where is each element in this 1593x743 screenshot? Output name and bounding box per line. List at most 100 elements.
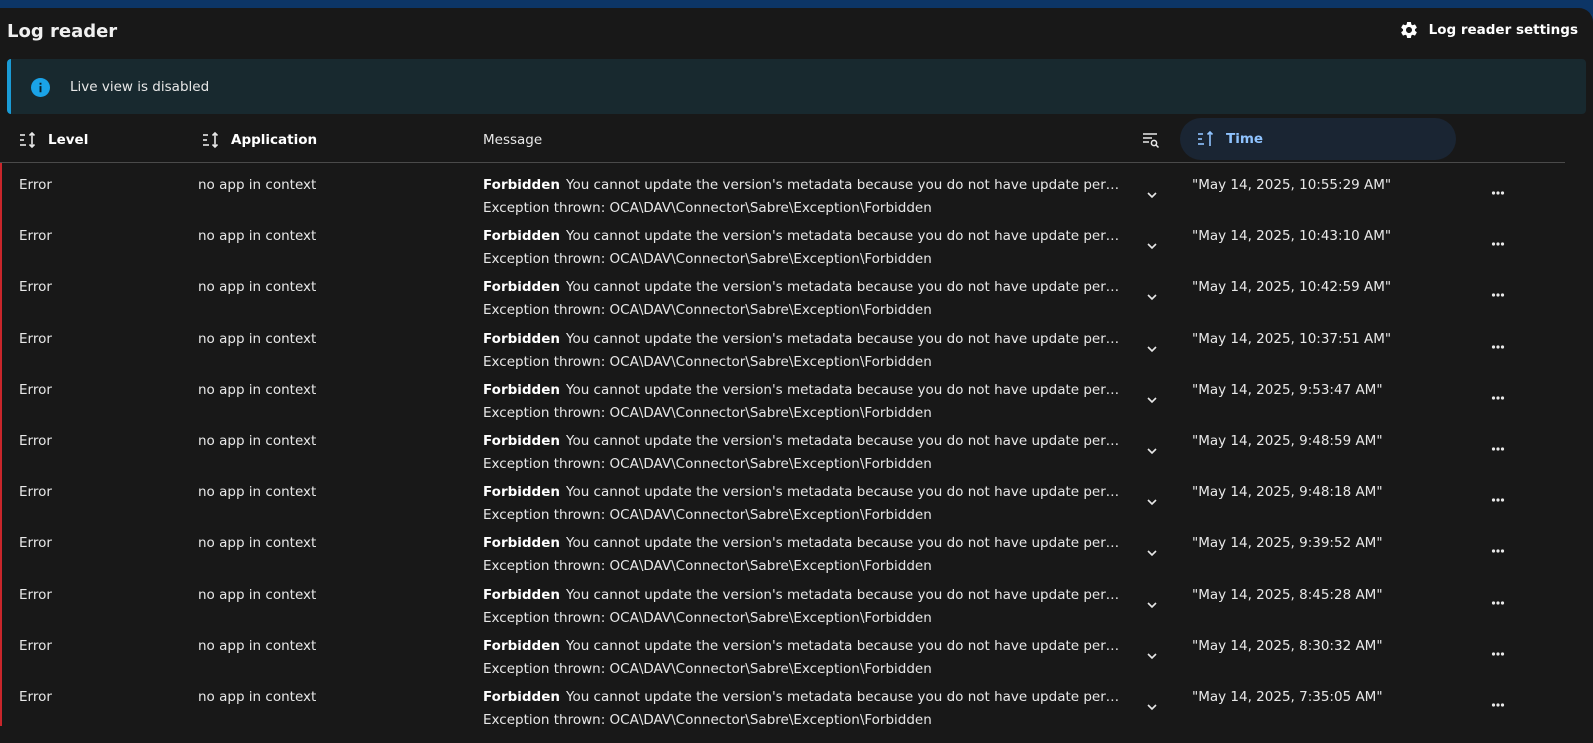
application-cell: no app in context [198, 279, 317, 296]
chevron-down-icon[interactable] [1144, 545, 1160, 561]
application-cell: no app in context [198, 177, 317, 193]
chevron-down-icon[interactable] [1144, 187, 1160, 203]
more-actions-icon[interactable] [1490, 185, 1506, 201]
message-title: Forbidden [483, 688, 560, 705]
chevron-down-icon[interactable] [1144, 392, 1160, 408]
message-text: You cannot update the version's metadata… [566, 637, 1128, 654]
more-actions-icon[interactable] [1490, 646, 1506, 662]
message-title: Forbidden [483, 637, 560, 654]
message-title: Forbidden [483, 432, 560, 449]
settings-label: Log reader settings [1428, 22, 1578, 38]
application-cell: no app in context [198, 484, 317, 501]
message-text: You cannot update the version's metadata… [566, 279, 1128, 296]
time-cell: "May 14, 2025, 7:35:05 AM" [1192, 688, 1383, 705]
more-actions-icon[interactable] [1490, 339, 1506, 355]
message-cell: Forbidden You cannot update the version's… [483, 433, 1128, 449]
chevron-down-icon[interactable] [1144, 699, 1160, 715]
message-title: Forbidden [483, 586, 560, 603]
message-text: You cannot update the version's metadata… [566, 484, 1128, 501]
chevron-down-icon[interactable] [1144, 238, 1160, 254]
log-table-body: Error no app in context Forbidden You can… [0, 163, 1567, 728]
more-actions-icon[interactable] [1490, 441, 1506, 457]
level-cell: Error [19, 228, 52, 245]
level-cell: Error [19, 330, 52, 347]
more-actions-icon[interactable] [1490, 287, 1506, 303]
chevron-down-icon[interactable] [1144, 289, 1160, 305]
time-cell: "May 14, 2025, 8:45:28 AM" [1192, 586, 1383, 603]
time-cell: "May 14, 2025, 10:55:29 AM" [1192, 177, 1392, 193]
table-row[interactable]: Error no app in context Forbidden You can… [2, 265, 1567, 318]
sort-icon [203, 131, 219, 149]
table-header: Level Application Message Time [0, 118, 1565, 163]
table-row[interactable]: Error no app in context Forbidden You can… [2, 317, 1567, 370]
chevron-down-icon[interactable] [1144, 494, 1160, 510]
message-cell: Forbidden You cannot update the version's… [483, 638, 1128, 654]
application-cell: no app in context [198, 432, 317, 449]
level-cell: Error [19, 432, 52, 449]
time-cell: "May 14, 2025, 8:30:32 AM" [1192, 637, 1383, 654]
column-header-level[interactable]: Level [18, 118, 88, 162]
live-view-notice: Live view is disabled [7, 59, 1586, 114]
chevron-down-icon[interactable] [1144, 648, 1160, 664]
message-cell: Forbidden You cannot update the version's… [483, 587, 1128, 603]
application-cell: no app in context [198, 381, 317, 398]
more-actions-icon[interactable] [1490, 595, 1506, 611]
message-title: Forbidden [483, 381, 560, 398]
column-header-time[interactable]: Time [1180, 118, 1456, 160]
filter-search-icon [1143, 133, 1160, 149]
time-cell: "May 14, 2025, 10:42:59 AM" [1192, 279, 1392, 296]
message-text: You cannot update the version's metadata… [566, 535, 1128, 552]
table-row[interactable]: Error no app in context Forbidden You can… [2, 214, 1567, 267]
application-cell: no app in context [198, 586, 317, 603]
exception-text: Exception thrown: OCA\DAV\Connector\Sabr… [483, 711, 932, 728]
level-cell: Error [19, 381, 52, 398]
table-row[interactable]: Error no app in context Forbidden You can… [2, 521, 1567, 574]
message-cell: Forbidden You cannot update the version's… [483, 331, 1128, 347]
more-actions-icon[interactable] [1490, 543, 1506, 559]
log-reader-settings-button[interactable]: Log reader settings [1399, 20, 1578, 40]
level-cell: Error [19, 279, 52, 296]
page-title: Log reader [7, 21, 118, 42]
message-cell: Forbidden You cannot update the version's… [483, 382, 1128, 398]
panel-header: Log reader Log reader settings [0, 8, 1593, 58]
more-actions-icon[interactable] [1490, 492, 1506, 508]
application-cell: no app in context [198, 637, 317, 654]
time-cell: "May 14, 2025, 9:48:59 AM" [1192, 432, 1383, 449]
message-cell: Forbidden You cannot update the version's… [483, 279, 1128, 295]
column-label-message: Message [483, 132, 543, 148]
message-title: Forbidden [483, 535, 560, 552]
message-cell: Forbidden You cannot update the version's… [483, 228, 1128, 244]
message-title: Forbidden [483, 228, 560, 245]
more-actions-icon[interactable] [1490, 236, 1506, 252]
info-icon [31, 78, 50, 97]
time-cell: "May 14, 2025, 10:43:10 AM" [1192, 228, 1392, 245]
message-text: You cannot update the version's metadata… [566, 688, 1128, 705]
chevron-down-icon[interactable] [1144, 341, 1160, 357]
time-cell: "May 14, 2025, 10:37:51 AM" [1192, 330, 1392, 347]
table-row[interactable]: Error no app in context Forbidden You can… [2, 624, 1567, 677]
table-row[interactable]: Error no app in context Forbidden You can… [2, 675, 1567, 728]
table-row[interactable]: Error no app in context Forbidden You can… [2, 163, 1567, 216]
message-text: You cannot update the version's metadata… [566, 381, 1128, 398]
table-row[interactable]: Error no app in context Forbidden You can… [2, 470, 1567, 523]
level-cell: Error [19, 586, 52, 603]
more-actions-icon[interactable] [1490, 697, 1506, 713]
column-label-level: Level [48, 132, 89, 148]
column-label-time: Time [1226, 131, 1264, 147]
application-cell: no app in context [198, 228, 317, 245]
log-reader-panel: Log reader Log reader settings Live view… [0, 8, 1593, 743]
notice-text: Live view is disabled [70, 79, 210, 95]
message-cell: Forbidden You cannot update the version's… [483, 535, 1128, 551]
column-header-application[interactable]: Application [201, 118, 317, 162]
table-row[interactable]: Error no app in context Forbidden You can… [2, 368, 1567, 421]
message-title: Forbidden [483, 177, 560, 193]
message-title: Forbidden [483, 330, 560, 347]
message-search-button[interactable] [1142, 118, 1160, 162]
chevron-down-icon[interactable] [1144, 443, 1160, 459]
table-row[interactable]: Error no app in context Forbidden You can… [2, 419, 1567, 472]
chevron-down-icon[interactable] [1144, 597, 1160, 613]
table-row[interactable]: Error no app in context Forbidden You can… [2, 573, 1567, 626]
level-cell: Error [19, 177, 52, 193]
more-actions-icon[interactable] [1490, 390, 1506, 406]
message-cell: Forbidden You cannot update the version's… [483, 177, 1128, 193]
